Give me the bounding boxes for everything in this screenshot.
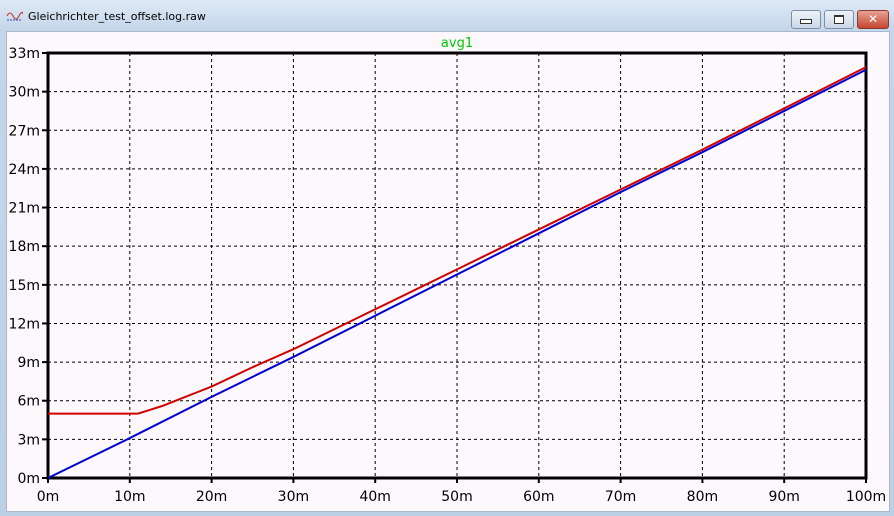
x-tick-label: 40m — [359, 489, 390, 505]
y-tick-label: 21m — [9, 201, 40, 217]
plot-window: Gleichrichter_test_offset.log.raw ✕ avg1… — [0, 0, 894, 516]
x-tick-label: 20m — [196, 489, 227, 505]
x-tick-label: 100m — [846, 489, 886, 505]
y-tick-label: 27m — [9, 123, 40, 139]
chart-title: avg1 — [441, 36, 473, 51]
y-tick-label: 15m — [9, 278, 40, 294]
y-tick-label: 30m — [9, 85, 40, 101]
y-tick-label: 18m — [9, 239, 40, 255]
chart: avg1 0m 10m 20m 30m 40m 50m 60m 70m 80m 90m 100m 0m 3… — [9, 36, 887, 505]
x-tick-label: 90m — [768, 489, 799, 505]
y-tick-label: 6m — [17, 394, 40, 410]
x-tick-label: 50m — [441, 489, 472, 505]
x-tick-label: 0m — [37, 489, 60, 505]
x-tick-label: 30m — [278, 489, 309, 505]
y-tick-label: 3m — [17, 432, 40, 448]
x-tick-label: 70m — [605, 489, 636, 505]
x-tick-label: 80m — [687, 489, 718, 505]
x-tick-label: 10m — [114, 489, 145, 505]
series-line-blue — [47, 68, 867, 479]
y-tick-label: 9m — [17, 355, 40, 371]
y-tick-label: 12m — [9, 316, 40, 332]
y-tick-label: 0m — [17, 471, 40, 487]
x-tick-label: 60m — [523, 489, 554, 505]
y-tick-label: 24m — [9, 162, 40, 178]
y-tick-label: 33m — [9, 46, 40, 62]
